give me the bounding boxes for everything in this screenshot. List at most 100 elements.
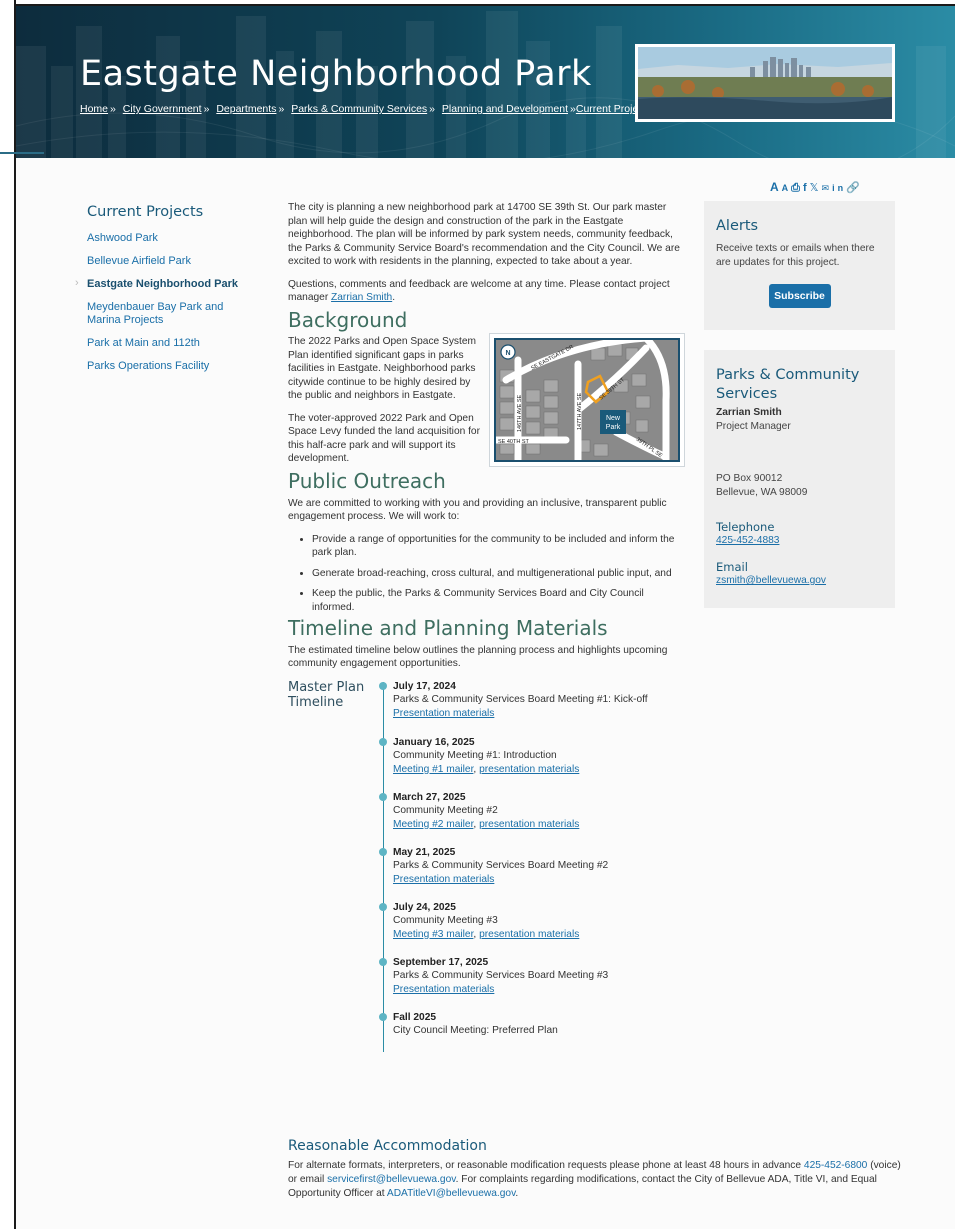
map-street-label: SE 40TH ST [498, 439, 530, 445]
meeting-mailer-link[interactable]: Meeting #1 mailer [393, 764, 473, 775]
event-date: January 16, 2025 [393, 736, 475, 748]
timeline-event: March 27, 2025 Community Meeting #2 Meet… [379, 791, 579, 832]
event-description: City Council Meeting: Preferred Plan [393, 1025, 558, 1036]
breadcrumb-parks-link[interactable]: Parks & Community Services [291, 103, 427, 115]
background-paragraph-1: The 2022 Parks and Open Space System Pla… [288, 336, 477, 401]
timeline-event: July 24, 2025 Community Meeting #3 Meeti… [379, 901, 579, 942]
intro-paragraph: The city is planning a new neighborhood … [288, 202, 680, 267]
map-park-label-1: New [606, 415, 621, 422]
breadcrumb-departments-link[interactable]: Departments [216, 103, 276, 115]
sidebar-item-meydenbauer-bay[interactable]: Meydenbauer Bay Park and Marina Projects [87, 301, 257, 327]
accommodation-text-part: . [515, 1188, 519, 1199]
breadcrumb-separator: » [203, 103, 210, 115]
timeline-intro: The estimated timeline below outlines th… [288, 644, 668, 670]
breadcrumb-separator: » [110, 103, 116, 115]
project-manager-link[interactable]: Zarrian Smith [331, 292, 392, 303]
breadcrumb-separator: » [429, 103, 435, 115]
timeline-event: Fall 2025 City Council Meeting: Preferre… [379, 1011, 558, 1038]
background-paragraph-2: The voter-approved 2022 Park and Open Sp… [288, 412, 480, 465]
servicefirst-email-link[interactable]: servicefirst@bellevuewa.gov [327, 1174, 456, 1185]
text-smaller-icon[interactable]: A [782, 183, 792, 193]
timeline-dot [379, 847, 387, 856]
meeting-mailer-link[interactable]: Meeting #3 mailer [393, 929, 473, 940]
contact-paragraph: Questions, comments and feedback are wel… [288, 278, 686, 305]
timeline-event: September 17, 2025 Parks & Community Ser… [379, 956, 608, 997]
list-item: Generate broad-reaching, cross cultural,… [312, 567, 686, 581]
sidebar-item-parks-operations[interactable]: Parks Operations Facility [87, 360, 257, 373]
presentation-materials-link[interactable]: Presentation materials [393, 874, 494, 885]
event-description: Community Meeting #1: Introduction [393, 750, 557, 761]
text-larger-icon[interactable]: A [770, 180, 782, 194]
telephone-label: Telephone [716, 520, 775, 534]
presentation-materials-link[interactable]: presentation materials [479, 819, 579, 830]
sidebar-item-ashwood-park[interactable]: Ashwood Park [87, 232, 257, 245]
ada-email-link[interactable]: ADATitleVI@bellevuewa.gov [387, 1188, 516, 1199]
presentation-materials-link[interactable]: presentation materials [479, 764, 579, 775]
page-title: Eastgate Neighborhood Park [80, 54, 592, 94]
contact-text-end: . [392, 292, 396, 303]
timeline-line [383, 681, 384, 1052]
alerts-heading: Alerts [716, 218, 759, 234]
sidebar-list: Ashwood Park Bellevue Airfield Park East… [75, 232, 257, 373]
timeline-dot [379, 792, 387, 801]
share-toolbar: AA⎙f𝕏✉in🔗 [770, 180, 863, 195]
event-date: May 21, 2025 [393, 846, 456, 858]
breadcrumb: Home» City Government» Departments» Park… [80, 103, 652, 115]
meeting-mailer-link[interactable]: Meeting #2 mailer [393, 819, 473, 830]
timeline-heading: Timeline and Planning Materials [288, 616, 608, 640]
presentation-materials-link[interactable]: Presentation materials [393, 984, 494, 995]
event-description: Community Meeting #2 [393, 805, 498, 816]
subscribe-button[interactable]: Subscribe [768, 284, 831, 308]
page-hero-banner: Eastgate Neighborhood Park Home» City Go… [16, 6, 955, 158]
facebook-icon[interactable]: f [803, 182, 810, 194]
event-description: Community Meeting #3 [393, 915, 498, 926]
timeline-dot [379, 902, 387, 911]
map-graphic: New Park SE EASTGATE DR 146TH AVE SE 147… [496, 340, 678, 460]
print-icon[interactable]: ⎙ [791, 182, 803, 194]
telephone-link[interactable]: 425-452-4883 [716, 535, 779, 546]
presentation-materials-link[interactable]: Presentation materials [393, 708, 494, 719]
timeline-dot [379, 681, 387, 690]
event-description: Parks & Community Services Board Meeting… [393, 694, 648, 705]
main-content: The city is planning a new neighborhood … [288, 201, 686, 1052]
presentation-materials-link[interactable]: presentation materials [479, 929, 579, 940]
sidebar-item-bellevue-airfield-park[interactable]: Bellevue Airfield Park [87, 255, 257, 268]
hero-city-photo [635, 44, 895, 122]
event-date: September 17, 2025 [393, 956, 489, 968]
map-street-label: 147TH AVE SE [577, 392, 583, 430]
breadcrumb-home-link[interactable]: Home [80, 103, 108, 115]
city-photo-graphic [638, 47, 892, 119]
outreach-intro: We are committed to working with you and… [288, 497, 667, 523]
x-icon[interactable]: 𝕏 [810, 182, 822, 194]
background-heading: Background [288, 307, 408, 332]
contact-box: Parks & Community Services Zarrian Smith… [704, 350, 895, 608]
list-item: Keep the public, the Parks & Community S… [312, 587, 686, 614]
map-park-label-2: Park [606, 424, 621, 431]
email-icon[interactable]: ✉ [822, 183, 833, 193]
sidebar-title: Current Projects [87, 204, 204, 220]
accommodation-text-part: For alternate formats, interpreters, or … [288, 1160, 804, 1171]
breadcrumb-planning-link[interactable]: Planning and Development [442, 103, 568, 115]
event-date: Fall 2025 [393, 1011, 437, 1023]
sidebar-item-eastgate-neighborhood-park[interactable]: Eastgate Neighborhood Park [75, 277, 257, 291]
event-date: July 17, 2024 [393, 680, 456, 692]
accommodation-phone-link[interactable]: 425-452-6800 [804, 1160, 867, 1171]
north-label: N [505, 350, 510, 357]
sidebar-nav: Current Projects Ashwood Park Bellevue A… [75, 204, 257, 383]
contact-address-line-1: PO Box 90012 [716, 473, 783, 484]
linkedin-icon[interactable]: in [832, 183, 846, 193]
event-description: Parks & Community Services Board Meeting… [393, 860, 609, 871]
background-text: The 2022 Parks and Open Space System Pla… [288, 335, 484, 475]
contact-heading: Parks & Community Services [716, 367, 860, 402]
map-canvas: New Park SE EASTGATE DR 146TH AVE SE 147… [494, 338, 680, 462]
email-link[interactable]: zsmith@bellevuewa.gov [716, 575, 826, 586]
timeline-event: July 17, 2024 Parks & Community Services… [379, 680, 648, 721]
sidebar-item-park-at-main[interactable]: Park at Main and 112th [87, 337, 257, 350]
timeline-event: May 21, 2025 Parks & Community Services … [379, 846, 609, 887]
reasonable-accommodation: Reasonable Accommodation For alternate f… [288, 1139, 908, 1201]
breadcrumb-city-government-link[interactable]: City Government [123, 103, 202, 115]
event-date: March 27, 2025 [393, 791, 466, 803]
contact-role: Project Manager [716, 421, 791, 432]
link-icon[interactable]: 🔗 [846, 182, 863, 194]
outreach-heading: Public Outreach [288, 469, 446, 493]
